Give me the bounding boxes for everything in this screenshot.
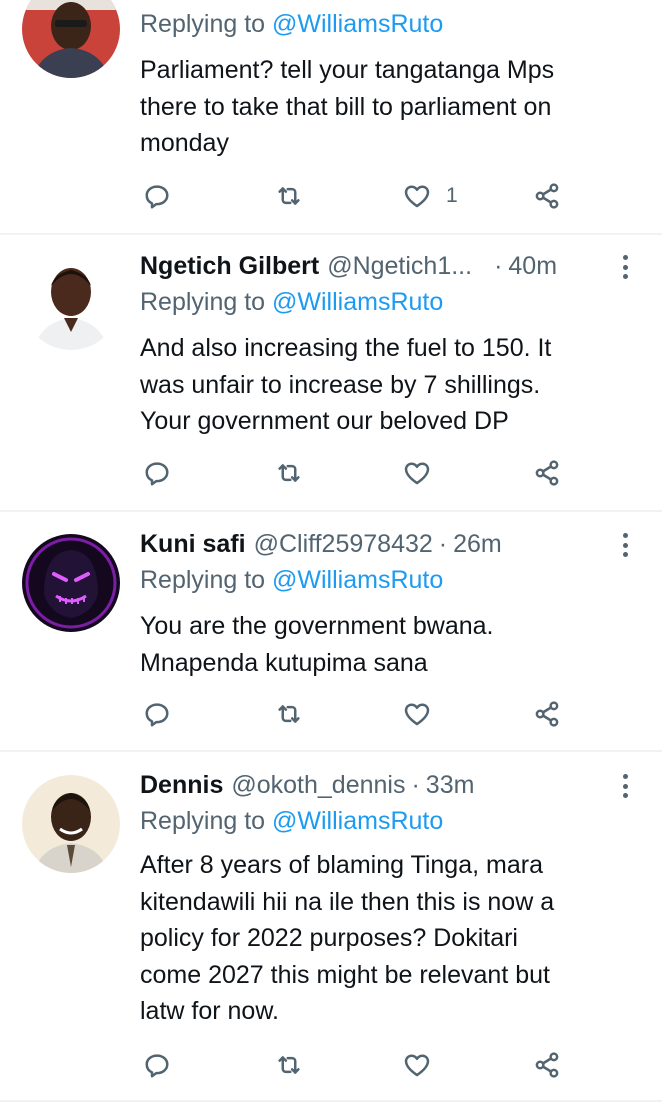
retweet-icon [278, 1056, 300, 1074]
more-icon[interactable] [616, 530, 634, 560]
tweet-header: Dennis @okoth_dennis · 33m [140, 767, 474, 803]
avatar[interactable] [22, 0, 120, 78]
divider [0, 1100, 662, 1102]
divider [0, 233, 662, 235]
like-count: 1 [446, 184, 458, 207]
display-name[interactable]: Kuni safi [140, 530, 246, 559]
tweet-header: Ngetich Gilbert @Ngetich1... · 40m [140, 248, 557, 284]
share-button[interactable] [532, 1045, 562, 1085]
tweet-text: Parliament? tell your tangatanga Mps the… [140, 56, 555, 157]
mention-link[interactable]: @WilliamsRuto [272, 807, 443, 835]
username[interactable]: @Cliff25978432 [254, 530, 433, 559]
reply-icon [145, 462, 169, 486]
retweet-button[interactable] [274, 694, 304, 734]
reply-button[interactable] [142, 453, 172, 493]
tweet[interactable]: Dennis @okoth_dennis · 33m Replying to @… [0, 767, 662, 1103]
avatar[interactable] [22, 534, 120, 632]
avatar[interactable] [22, 252, 120, 350]
display-name[interactable]: Dennis [140, 771, 223, 800]
retweet-icon [278, 705, 300, 723]
share-icon [535, 701, 559, 727]
share-button[interactable] [532, 453, 562, 493]
heart-icon [404, 462, 430, 485]
like-button[interactable] [402, 694, 432, 734]
reply-button[interactable] [142, 176, 172, 216]
mention-link[interactable]: @WilliamsRuto [272, 566, 443, 594]
share-button[interactable] [532, 694, 562, 734]
replying-to: Replying to @WilliamsRuto [140, 10, 444, 38]
heart-icon [404, 185, 430, 208]
tweet-text: You are the government bwana. Mnapenda k… [140, 612, 494, 677]
divider [0, 750, 662, 752]
replying-to: Replying to @WilliamsRuto [140, 288, 444, 316]
replying-to: Replying to @WilliamsRuto [140, 807, 444, 835]
tweet-text: And also increasing the fuel to 150. It … [140, 334, 552, 435]
divider [0, 510, 662, 512]
tweet-text: After 8 years of blaming Tinga, mara kit… [140, 851, 555, 1025]
retweet-button[interactable] [274, 1045, 304, 1085]
reply-icon [145, 1054, 169, 1078]
username[interactable]: @okoth_dennis [231, 771, 405, 800]
share-icon [535, 183, 559, 209]
replying-to: Replying to @WilliamsRuto [140, 566, 444, 594]
timestamp[interactable]: 40m [508, 252, 557, 281]
like-button[interactable] [402, 1045, 432, 1085]
retweet-button[interactable] [274, 453, 304, 493]
timestamp[interactable]: 33m [426, 771, 475, 800]
share-icon [535, 460, 559, 486]
retweet-icon [278, 187, 300, 205]
separator-dot: · [438, 529, 448, 558]
retweet-icon [278, 464, 300, 482]
tweet[interactable]: Replying to @WilliamsRuto Parliament? te… [0, 0, 662, 234]
separator-dot: · [494, 251, 503, 280]
more-icon[interactable] [616, 771, 634, 801]
tweet[interactable]: Kuni safi @Cliff25978432 · 26m Replying … [0, 526, 662, 750]
reply-button[interactable] [142, 694, 172, 734]
mention-link[interactable]: @WilliamsRuto [272, 10, 443, 38]
reply-button[interactable] [142, 1045, 172, 1085]
tweet-header: Kuni safi @Cliff25978432 · 26m [140, 526, 502, 562]
retweet-button[interactable] [274, 176, 304, 216]
reply-icon [145, 703, 169, 727]
share-button[interactable] [532, 176, 562, 216]
timestamp[interactable]: 26m [453, 530, 502, 559]
mention-link[interactable]: @WilliamsRuto [272, 288, 443, 316]
like-button[interactable]: 1 [402, 176, 458, 216]
tweet[interactable]: Ngetich Gilbert @Ngetich1... · 40m Reply… [0, 248, 662, 510]
like-button[interactable] [402, 453, 432, 493]
heart-icon [404, 1054, 430, 1077]
avatar[interactable] [22, 775, 120, 873]
display-name[interactable]: Ngetich Gilbert [140, 252, 319, 281]
reply-icon [145, 185, 169, 209]
separator-dot: · [411, 770, 420, 799]
heart-icon [404, 703, 430, 726]
more-icon[interactable] [616, 252, 634, 282]
share-icon [535, 1052, 559, 1078]
username[interactable]: @Ngetich1... [327, 252, 472, 281]
